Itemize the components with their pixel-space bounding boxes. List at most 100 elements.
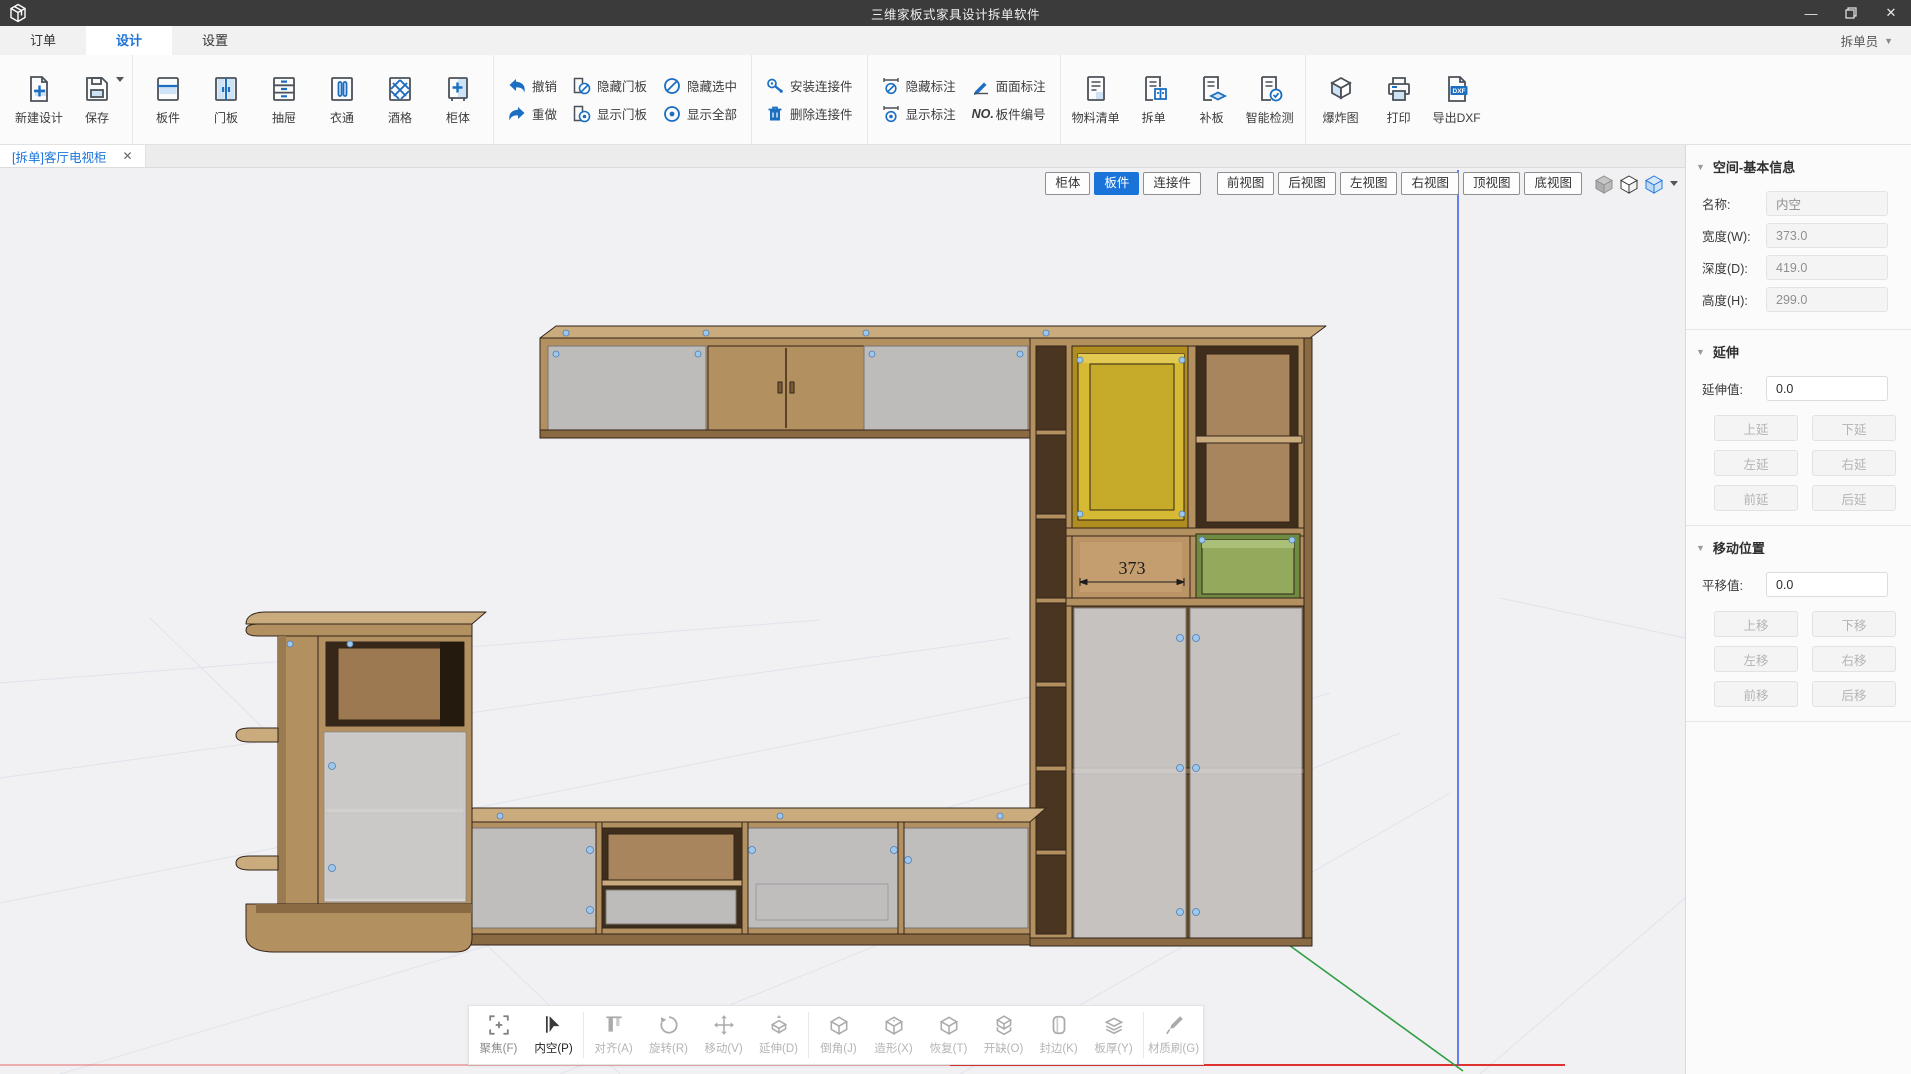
render-shaded-cube-icon[interactable]: [1644, 174, 1664, 194]
document-tab[interactable]: [拆单]客厅电视柜 ✕: [0, 145, 146, 167]
tool-focus[interactable]: 聚焦(F): [471, 1006, 526, 1064]
render-mode-caret[interactable]: [1670, 181, 1678, 186]
extend-up-button[interactable]: 上延: [1714, 415, 1798, 441]
bench-glass-door-2[interactable]: [746, 828, 898, 928]
split-order-button[interactable]: 拆单: [1125, 55, 1183, 144]
extend-front-button[interactable]: 前延: [1714, 485, 1798, 511]
back-view-button[interactable]: 后视图: [1278, 172, 1336, 195]
smart-check-button[interactable]: 智能检测: [1241, 55, 1299, 144]
install-connector-button[interactable]: 安装连接件: [766, 76, 853, 95]
width-input[interactable]: [1766, 223, 1888, 248]
name-input[interactable]: [1766, 191, 1888, 216]
move-left-button[interactable]: 左移: [1714, 646, 1798, 672]
section-extend-header[interactable]: ▼ 延伸: [1686, 336, 1911, 369]
part-number-button[interactable]: NO. 板件编号: [972, 104, 1046, 123]
top-view-button[interactable]: 顶视图: [1463, 172, 1521, 195]
hide-dimensions-button[interactable]: 隐藏标注: [882, 76, 956, 95]
bom-list-button[interactable]: 物料清单: [1067, 55, 1125, 144]
shelf[interactable]: [1192, 436, 1302, 443]
height-input[interactable]: [1766, 287, 1888, 312]
show-all-button[interactable]: 显示全部: [663, 104, 737, 123]
hide-doors-button[interactable]: 隐藏门板: [573, 76, 647, 95]
right-view-button[interactable]: 右视图: [1401, 172, 1459, 195]
tool-chamfer[interactable]: 倒角(J): [811, 1006, 866, 1064]
section-basic-info-header[interactable]: ▼ 空间-基本信息: [1686, 151, 1911, 184]
curved-shelf-2[interactable]: [236, 856, 278, 870]
menu-tab-design[interactable]: 设计: [86, 26, 172, 55]
delete-connector-button[interactable]: 删除连接件: [766, 104, 853, 123]
filter-connector-button[interactable]: 连接件: [1143, 172, 1201, 195]
tool-restore[interactable]: 恢复(T): [921, 1006, 976, 1064]
tool-inner-space[interactable]: 内空(P): [526, 1006, 581, 1064]
redo-button[interactable]: 重做: [508, 104, 557, 123]
menu-tab-orders[interactable]: 订单: [0, 26, 86, 55]
left-view-button[interactable]: 左视图: [1340, 172, 1398, 195]
move-up-button[interactable]: 上移: [1714, 611, 1798, 637]
wall-glass-door-left[interactable]: [548, 346, 706, 430]
user-role-dropdown[interactable]: 拆单员 ▼: [1841, 26, 1893, 55]
tool-notch[interactable]: 开缺(O): [976, 1006, 1031, 1064]
3d-viewport[interactable]: 373 柜体 板件 连接件 前视图 后视图 左视图 右视图 顶视图 底视图: [0, 168, 1685, 1074]
tool-material-brush[interactable]: 材质刷(G): [1146, 1006, 1201, 1064]
move-back-button[interactable]: 后移: [1812, 681, 1896, 707]
drawer-button[interactable]: 抽屉: [255, 55, 313, 144]
left-glass-door[interactable]: [324, 732, 466, 902]
move-down-button[interactable]: 下移: [1812, 611, 1896, 637]
render-wireframe-cube-icon[interactable]: [1619, 174, 1639, 194]
tool-edge-band[interactable]: 封边(K): [1031, 1006, 1086, 1064]
close-button[interactable]: ✕: [1871, 0, 1911, 26]
tool-shape[interactable]: 造形(X): [866, 1006, 921, 1064]
minimize-button[interactable]: —: [1791, 0, 1831, 26]
clothes-rail-button[interactable]: 衣通: [313, 55, 371, 144]
selected-inner-space[interactable]: [1072, 346, 1190, 528]
export-dxf-button[interactable]: DXF 导出DXF: [1428, 55, 1486, 144]
fill-board-button[interactable]: 补板: [1183, 55, 1241, 144]
wine-rack-button[interactable]: 酒格: [371, 55, 429, 144]
tool-align[interactable]: 对齐(A): [586, 1006, 641, 1064]
print-button[interactable]: 打印: [1370, 55, 1428, 144]
move-right-button[interactable]: 右移: [1812, 646, 1896, 672]
explode-view-button[interactable]: 爆炸图: [1312, 55, 1370, 144]
render-solid-cube-icon[interactable]: [1594, 174, 1614, 194]
maximize-button[interactable]: [1831, 0, 1871, 26]
filter-cabinet-button[interactable]: 柜体: [1045, 172, 1090, 195]
move-front-button[interactable]: 前移: [1714, 681, 1798, 707]
bench-glass-drawer[interactable]: [606, 890, 736, 924]
show-doors-button[interactable]: 显示门板: [573, 104, 647, 123]
extend-right-button[interactable]: 右延: [1812, 450, 1896, 476]
depth-input[interactable]: [1766, 255, 1888, 280]
tool-move[interactable]: 移动(V): [696, 1006, 751, 1064]
section-move-header[interactable]: ▼ 移动位置: [1686, 532, 1911, 565]
green-highlight-box[interactable]: [1196, 534, 1300, 600]
tool-extend[interactable]: 延伸(D): [751, 1006, 806, 1064]
show-dimensions-button[interactable]: 显示标注: [882, 104, 956, 123]
column-glass-door-left[interactable]: [1074, 608, 1186, 938]
tab-close-icon[interactable]: ✕: [122, 149, 132, 163]
column-glass-door-right[interactable]: [1190, 608, 1302, 938]
face-annotation-button[interactable]: 面面标注: [972, 76, 1046, 95]
bench-glass-door-1[interactable]: [462, 828, 596, 928]
wall-glass-door-right[interactable]: [864, 346, 1028, 430]
move-value-input[interactable]: [1766, 572, 1888, 597]
bench-glass-door-3[interactable]: [902, 828, 1028, 928]
undo-button[interactable]: 撤销: [508, 76, 557, 95]
filter-panel-button[interactable]: 板件: [1094, 172, 1139, 195]
hide-selected-button[interactable]: 隐藏选中: [663, 76, 737, 95]
extend-down-button[interactable]: 下延: [1812, 415, 1896, 441]
cabinet-body-button[interactable]: 柜体: [429, 55, 487, 144]
door-panel-button[interactable]: 门板: [197, 55, 255, 144]
new-design-button[interactable]: 新建设计: [10, 55, 68, 144]
3d-scene[interactable]: 373: [0, 168, 1685, 1074]
extend-back-button[interactable]: 后延: [1812, 485, 1896, 511]
bottom-view-button[interactable]: 底视图: [1524, 172, 1582, 195]
curved-shelf-1[interactable]: [236, 728, 278, 742]
tool-rotate[interactable]: 旋转(R): [641, 1006, 696, 1064]
menu-tab-settings[interactable]: 设置: [172, 26, 258, 55]
panel-button[interactable]: 板件: [139, 55, 197, 144]
extend-value-input[interactable]: [1766, 376, 1888, 401]
extend-left-button[interactable]: 左延: [1714, 450, 1798, 476]
tool-thickness[interactable]: 板厚(Y): [1086, 1006, 1141, 1064]
save-button[interactable]: 保存: [68, 55, 126, 144]
front-view-button[interactable]: 前视图: [1217, 172, 1275, 195]
save-dropdown-caret[interactable]: [116, 77, 124, 82]
